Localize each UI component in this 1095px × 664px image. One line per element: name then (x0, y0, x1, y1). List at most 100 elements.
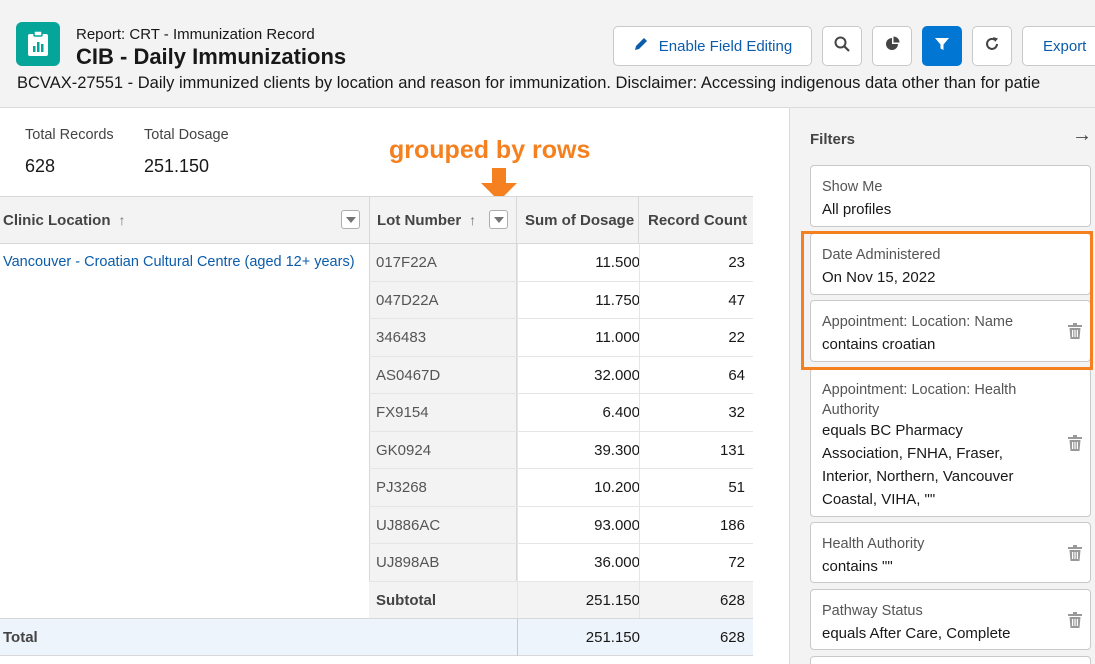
lot-number-cell: 017F22A (376, 254, 437, 271)
dosage-cell: 11.750 (595, 291, 640, 309)
filter-health-authority[interactable]: Health Authority contains "" (810, 522, 1091, 583)
filter-button[interactable] (922, 26, 962, 66)
total-label: Total (3, 629, 38, 646)
dosage-cell: 251.150 (585, 591, 640, 609)
record-count-cell: 23 (728, 254, 745, 271)
table-scroll-gutter (753, 196, 789, 664)
total-records-label: Total Records (25, 127, 114, 143)
collapse-arrow-icon[interactable]: → (1072, 124, 1092, 147)
table-row: GK0924 39.300 131 (369, 431, 753, 469)
table-row: UJ898AB 36.000 72 (369, 544, 753, 582)
record-count-cell: 72 (728, 554, 745, 571)
annotation-label: grouped by rows (389, 136, 591, 164)
dosage-cell: 11.000 (595, 329, 640, 346)
enable-field-editing-label: Enable Field Editing (658, 37, 793, 55)
table-row: UJ886AC 93.000 186 (369, 506, 753, 544)
record-count-cell: 64 (728, 366, 745, 384)
lot-number-cell: Subtotal (376, 591, 436, 609)
filter-value-line: Association, FNHA, Fraser, (822, 445, 1003, 462)
column-menu-clinic-location-button[interactable] (341, 210, 360, 229)
chart-icon (884, 36, 900, 56)
filters-panel: Filters → Show Me All profiles Date Admi… (789, 108, 1095, 664)
filter-label-line: Authority (822, 402, 880, 418)
dosage-cell: 11.500 (595, 254, 640, 271)
filter-value: equals After Care, Complete (822, 625, 1011, 642)
total-row: Total 251.150 628 (0, 618, 753, 656)
search-button[interactable] (822, 26, 862, 66)
filter-value: equals BC Pharmacy Association, FNHA, Fr… (822, 419, 1013, 511)
record-count-cell: 22 (728, 329, 745, 346)
refresh-button[interactable] (972, 26, 1012, 66)
subtotal-row: Subtotal 251.150 628 (369, 581, 753, 619)
report-header: Report: CRT - Immunization Record CIB - … (0, 0, 1095, 108)
filter-value-line: equals BC Pharmacy (822, 422, 963, 439)
column-header-record-count[interactable]: Record Count (639, 196, 753, 244)
trash-icon[interactable] (1068, 612, 1082, 633)
clinic-location-link[interactable]: Vancouver - Croatian Cultural Centre (ag… (3, 254, 355, 270)
lot-number-cell: AS0467D (376, 366, 441, 384)
filter-pathway-status[interactable]: Pathway Status equals After Care, Comple… (810, 589, 1091, 650)
filter-label: Health Authority (822, 536, 925, 552)
dosage-cell: 93.000 (594, 516, 640, 534)
column-header-label: Lot Number (377, 211, 462, 229)
filter-value: All profiles (822, 201, 892, 218)
annotation-highlight-box (801, 231, 1093, 370)
lot-number-cell: GK0924 (376, 441, 432, 459)
column-menu-lot-number-button[interactable] (489, 210, 508, 229)
filters-title: Filters (810, 131, 856, 148)
chart-button[interactable] (872, 26, 912, 66)
lot-number-cell: FX9154 (376, 404, 429, 421)
dosage-cell: 32.000 (594, 366, 640, 384)
report-table: Clinic Location ↑ Lot Number ↑ Sum of Do… (0, 196, 789, 664)
filter-label: Pathway Status (822, 603, 923, 619)
total-dosage-label: Total Dosage (144, 127, 229, 143)
report-description: BCVAX-27551 - Daily immunized clients by… (17, 74, 1041, 92)
sort-ascending-icon: ↑ (118, 212, 126, 228)
dosage-cell: 36.000 (594, 554, 640, 571)
column-header-label: Sum of Dosage (525, 211, 635, 229)
page-title: CIB - Daily Immunizations (76, 44, 347, 69)
filter-value-line: Coastal, VIHA, "" (822, 491, 936, 508)
table-row: 017F22A 11.500 23 (369, 244, 753, 282)
filter-more[interactable] (810, 656, 1091, 664)
total-dosage-value: 251.150 (144, 156, 210, 176)
record-count-cell: 628 (719, 591, 745, 609)
total-records-value: 628 (25, 156, 56, 176)
record-count-cell: 51 (728, 479, 745, 496)
record-count-cell: 131 (719, 441, 745, 459)
refresh-icon (984, 36, 1000, 56)
search-icon (834, 36, 850, 56)
column-header-label: Record Count (648, 211, 748, 229)
filter-value: contains "" (822, 558, 893, 575)
export-button[interactable]: Export (1022, 26, 1095, 66)
lot-number-cell: PJ3268 (376, 479, 427, 496)
total-count-cell: 628 (719, 629, 745, 646)
column-header-sum-of-dosage[interactable]: Sum of Dosage (517, 196, 639, 244)
lot-number-cell: 346483 (376, 329, 427, 346)
table-row: AS0467D 32.000 64 (369, 356, 753, 394)
trash-icon[interactable] (1068, 545, 1082, 566)
dosage-cell: 10.200 (594, 479, 640, 496)
report-type: Report: CRT - Immunization Record (76, 26, 315, 43)
total-dosage-cell: 251.150 (585, 629, 640, 646)
filter-icon (934, 36, 950, 56)
lot-number-cell: UJ898AB (376, 554, 440, 571)
sort-ascending-icon: ↑ (469, 212, 477, 228)
record-count-cell: 32 (728, 404, 745, 421)
report-icon (16, 22, 60, 66)
dosage-cell: 6.400 (602, 404, 640, 421)
lot-number-cell: 047D22A (376, 291, 439, 309)
trash-icon[interactable] (1068, 435, 1082, 456)
dosage-cell: 39.300 (594, 441, 640, 459)
filter-health-authority-location[interactable]: Appointment: Location: Health Authority … (810, 368, 1091, 517)
record-count-cell: 186 (719, 516, 745, 534)
column-header-label: Clinic Location (3, 211, 111, 229)
enable-field-editing-button[interactable]: Enable Field Editing (613, 26, 812, 66)
table-row: FX9154 6.400 32 (369, 394, 753, 432)
pencil-icon (633, 36, 649, 56)
filter-label: Show Me (822, 179, 883, 195)
column-header-clinic-location[interactable]: Clinic Location ↑ (0, 196, 369, 244)
table-row: PJ3268 10.200 51 (369, 469, 753, 507)
filter-label-line: Appointment: Location: Health (822, 382, 1017, 398)
filter-show-me[interactable]: Show Me All profiles (810, 165, 1091, 227)
